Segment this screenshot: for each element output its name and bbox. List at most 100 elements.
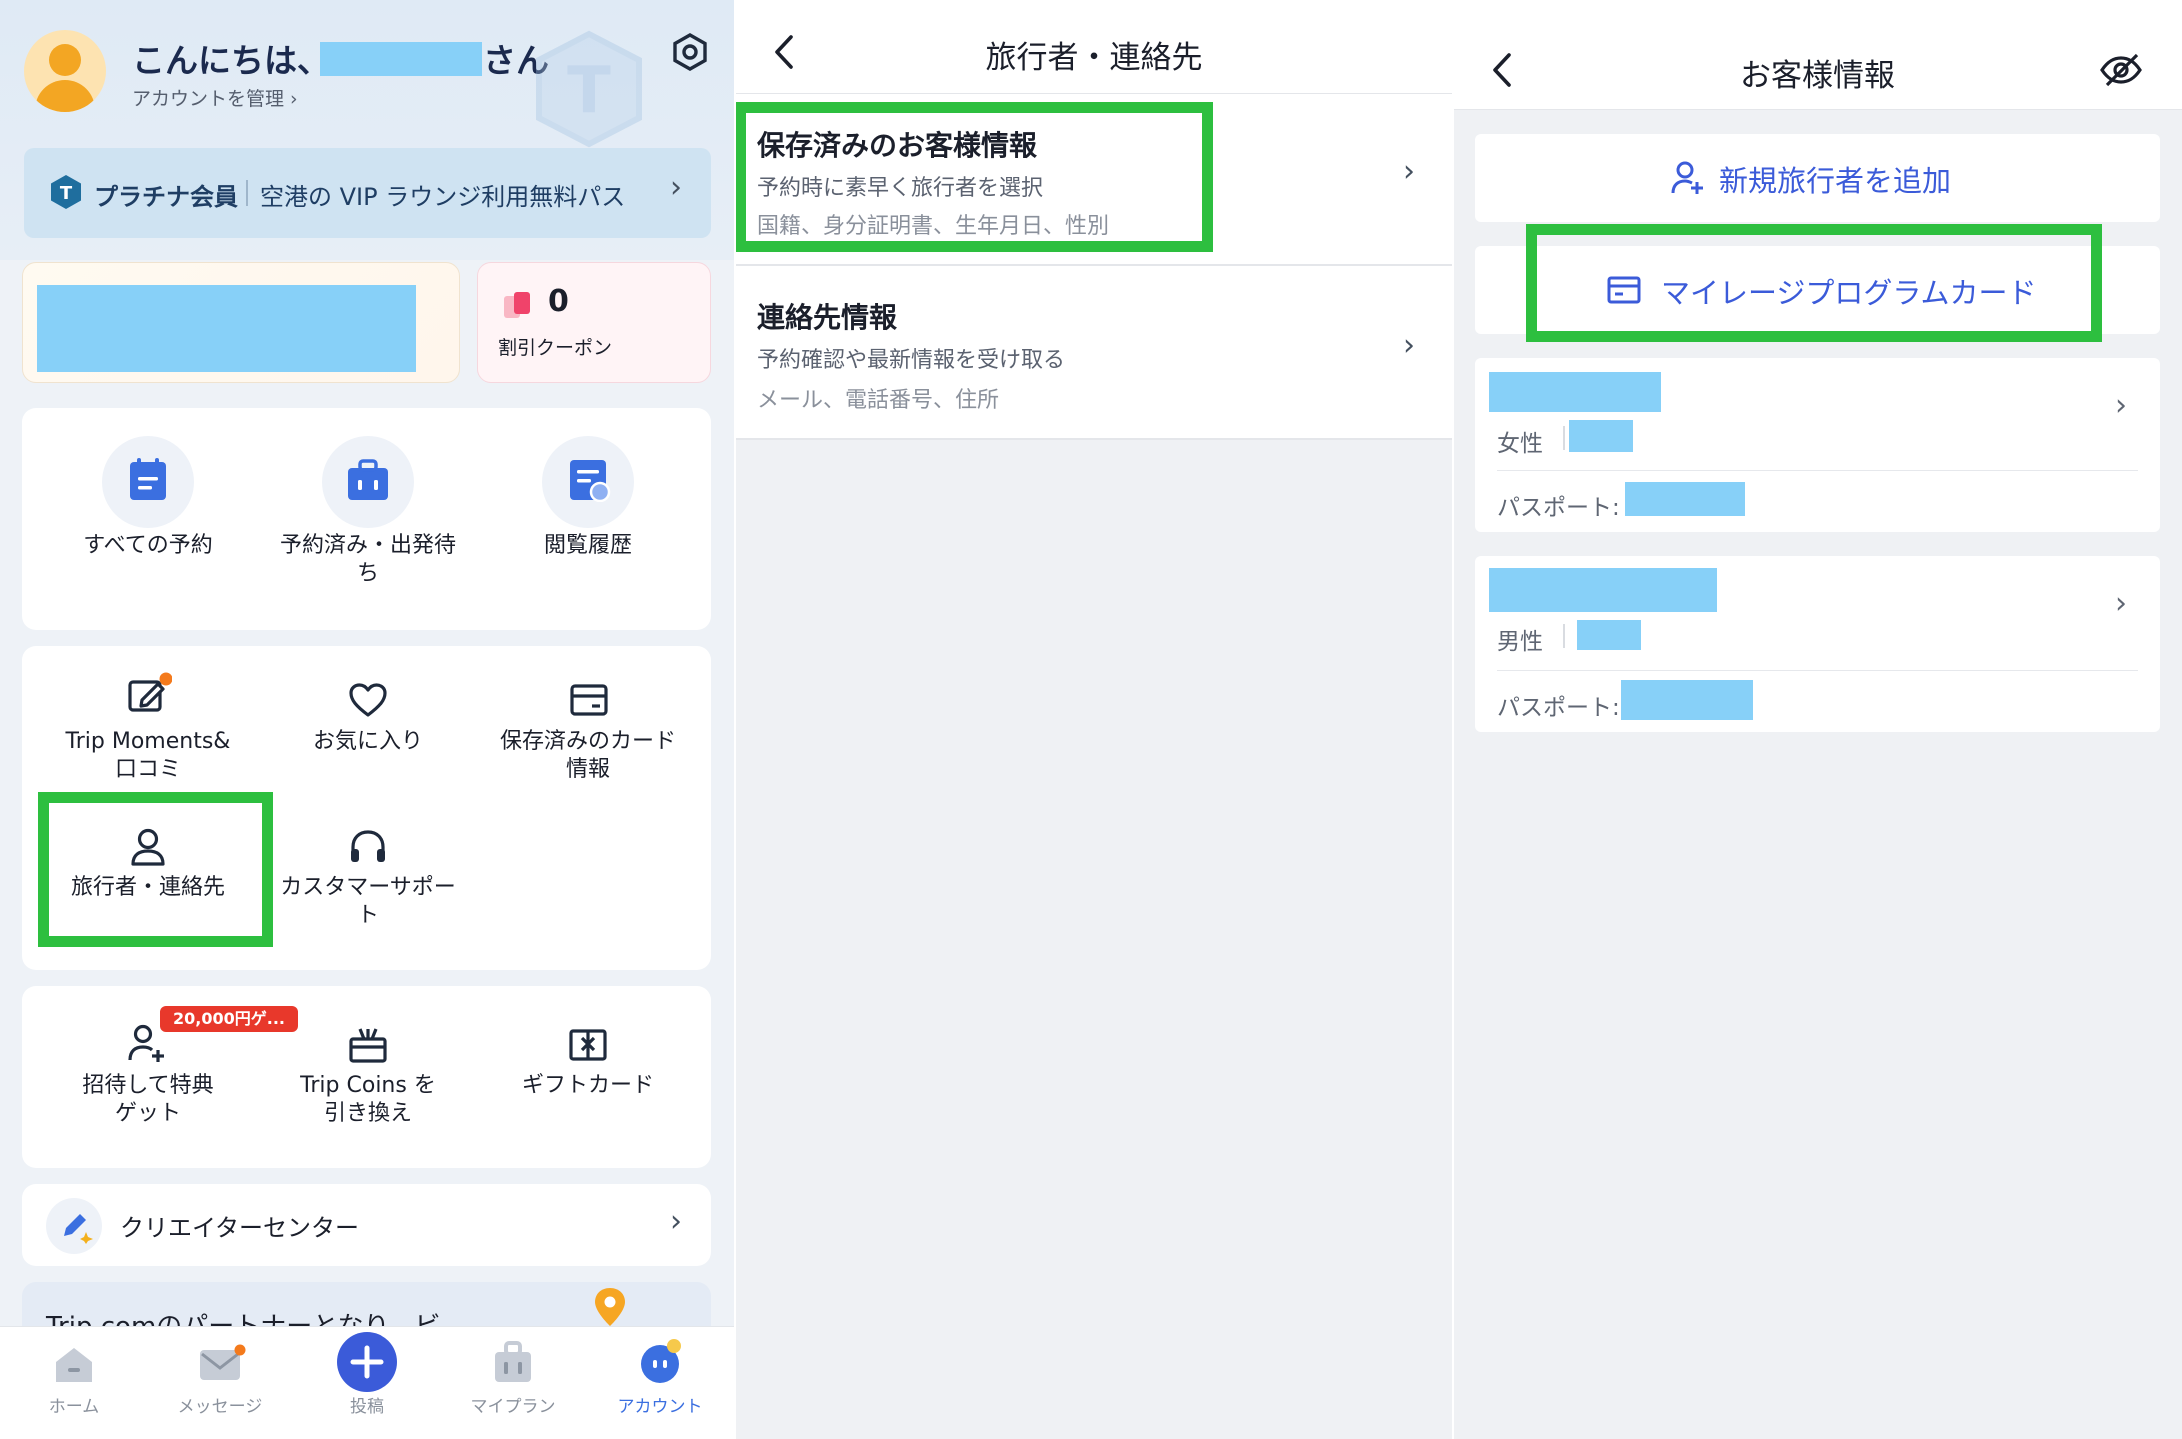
greeting-text: こんにちは、	[132, 41, 330, 80]
manage-account-link[interactable]: アカウントを管理 ›	[132, 84, 298, 111]
redacted-username	[320, 42, 482, 76]
vip-tier-label: プラチナ会員	[94, 183, 238, 211]
settings-icon[interactable]	[670, 32, 710, 72]
panel-separator	[734, 0, 736, 1439]
pencil-icon	[64, 1214, 93, 1244]
coupon-icon	[504, 292, 530, 318]
customer-info-panel: お客様情報 新規旅行者を追加 マイレージプログラムカード 女性 パスポート: ›	[1453, 0, 2182, 1439]
creator-center-label: クリエイターセンター	[120, 1214, 360, 1242]
gift-box-icon	[349, 1028, 387, 1063]
tab-post[interactable]: 投稿	[297, 1330, 437, 1435]
invite-friends-button[interactable]: 20,000円ゲ... 招待して特典 ゲット	[48, 1006, 298, 1146]
gift-card-button[interactable]: ギフトカード	[488, 1006, 688, 1146]
edit-note-icon	[128, 672, 172, 712]
passport-label: パスポート:	[1497, 695, 1620, 721]
invite-friends-label: 招待して特典 ゲット	[82, 1073, 214, 1126]
history-icon	[570, 460, 611, 502]
passport-label: パスポート:	[1497, 495, 1620, 521]
highlight-box	[38, 792, 273, 947]
redacted-passport	[1625, 482, 1745, 516]
all-bookings-button[interactable]: すべての予約	[58, 436, 238, 606]
add-traveler-label: 新規旅行者を追加	[1719, 164, 1952, 198]
tab-messages-label: メッセージ	[177, 1397, 263, 1417]
bag-icon	[495, 1341, 531, 1382]
tab-account[interactable]: アカウント	[590, 1330, 730, 1435]
vip-benefit-label: 空港の VIP ラウンジ利用無料パス	[260, 183, 626, 211]
traveler-gender: 女性	[1497, 431, 1543, 457]
saved-cards-label: 保存済みのカード 情報	[499, 729, 676, 782]
customer-support-button[interactable]: カスタマーサポー ト	[268, 822, 468, 942]
suitcase-icon	[348, 459, 388, 500]
coupon-label: 割引クーポン	[498, 337, 613, 359]
headset-icon	[351, 830, 385, 862]
chevron-right-icon: ›	[670, 170, 682, 205]
saved-cards-button[interactable]: 保存済みのカード 情報	[478, 672, 698, 792]
redeem-coins-label: Trip Coins を 引き換え	[300, 1073, 436, 1126]
upcoming-bookings-label: 予約済み・出発待 ち	[279, 533, 456, 586]
chevron-right-icon: ›	[2115, 586, 2127, 621]
mail-icon	[200, 1344, 246, 1380]
chevron-right-icon: ›	[1403, 328, 1415, 363]
svg-text:T: T	[60, 183, 73, 204]
chevron-right-icon: ›	[1403, 154, 1415, 189]
traveler-card[interactable]: 男性 パスポート: ›	[1475, 556, 2160, 732]
traveler-card[interactable]: 女性 パスポート: ›	[1475, 358, 2160, 532]
all-bookings-label: すべての予約	[83, 533, 213, 558]
chevron-right-icon: ›	[2115, 388, 2127, 423]
add-traveler-button[interactable]: 新規旅行者を追加	[1475, 134, 2160, 222]
page-title: お客様情報	[1740, 58, 1895, 94]
highlight-box	[735, 102, 1213, 252]
browsing-history-label: 閲覧履歴	[543, 533, 632, 558]
home-icon	[56, 1348, 92, 1382]
redacted-name	[1489, 372, 1661, 412]
page-title: 旅行者・連絡先	[985, 40, 1203, 76]
trip-moments-button[interactable]: Trip Moments& 口コミ	[48, 672, 248, 792]
row-subtitle: 予約確認や最新情報を受け取る	[757, 348, 1066, 373]
account-panel: こんにちは、 さん アカウントを管理 › T T プラチナ会員 空港の VIP …	[0, 0, 735, 1439]
redacted-birthdate	[1577, 620, 1641, 650]
divider	[1497, 670, 2138, 671]
coupon-card[interactable]	[477, 262, 711, 383]
upcoming-bookings-button[interactable]: 予約済み・出発待 ち	[268, 436, 468, 606]
redacted-name	[1489, 568, 1717, 612]
highlight-box	[1526, 224, 2102, 342]
tab-home-label: ホーム	[48, 1397, 100, 1417]
tab-messages[interactable]: メッセージ	[150, 1330, 290, 1435]
location-pin-icon	[595, 1288, 625, 1326]
calendar-icon	[130, 458, 166, 500]
tier-emblem-icon: T	[536, 30, 642, 148]
contact-info-row[interactable]: 連絡先情報 予約確認や最新情報を受け取る メール、電話番号、住所 ›	[735, 266, 1453, 438]
travelers-contacts-panel: 旅行者・連絡先 保存済みのお客様情報 予約時に素早く旅行者を選択 国籍、身分証明…	[735, 0, 1453, 1439]
trip-moments-label: Trip Moments& 口コミ	[65, 729, 231, 782]
traveler-gender: 男性	[1497, 629, 1543, 655]
tab-post-label: 投稿	[350, 1397, 384, 1417]
svg-text:T: T	[567, 54, 611, 128]
favorites-label: お気に入り	[312, 729, 423, 754]
redacted-passport	[1621, 680, 1753, 720]
vip-badge-icon: T	[51, 175, 81, 209]
redacted-birthdate	[1569, 420, 1633, 452]
avatar[interactable]	[24, 30, 106, 112]
row-detail: メール、電話番号、住所	[757, 388, 1000, 413]
gift-card-label: ギフトカード	[521, 1073, 654, 1098]
tab-home[interactable]: ホーム	[4, 1330, 144, 1435]
divider	[735, 438, 1453, 440]
redeem-coins-button[interactable]: Trip Coins を 引き換え	[268, 1006, 468, 1146]
heart-icon	[349, 683, 387, 717]
vip-divider	[246, 180, 248, 206]
redacted-points	[37, 285, 416, 372]
divider	[1563, 624, 1565, 648]
browsing-history-button[interactable]: 閲覧履歴	[498, 436, 678, 606]
divider	[1497, 470, 2138, 471]
divider	[1563, 426, 1565, 450]
tab-account-label: アカウント	[617, 1397, 703, 1417]
tab-my-plans[interactable]: マイプラン	[443, 1330, 583, 1435]
tab-my-plans-label: マイプラン	[470, 1397, 556, 1417]
customer-support-label: カスタマーサポー ト	[280, 875, 456, 928]
favorites-button[interactable]: お気に入り	[268, 672, 468, 772]
coupon-count: 0	[548, 284, 569, 319]
row-title: 連絡先情報	[757, 301, 898, 334]
eye-off-icon[interactable]	[2099, 52, 2143, 88]
card-icon	[570, 684, 608, 716]
account-icon	[641, 1339, 681, 1383]
